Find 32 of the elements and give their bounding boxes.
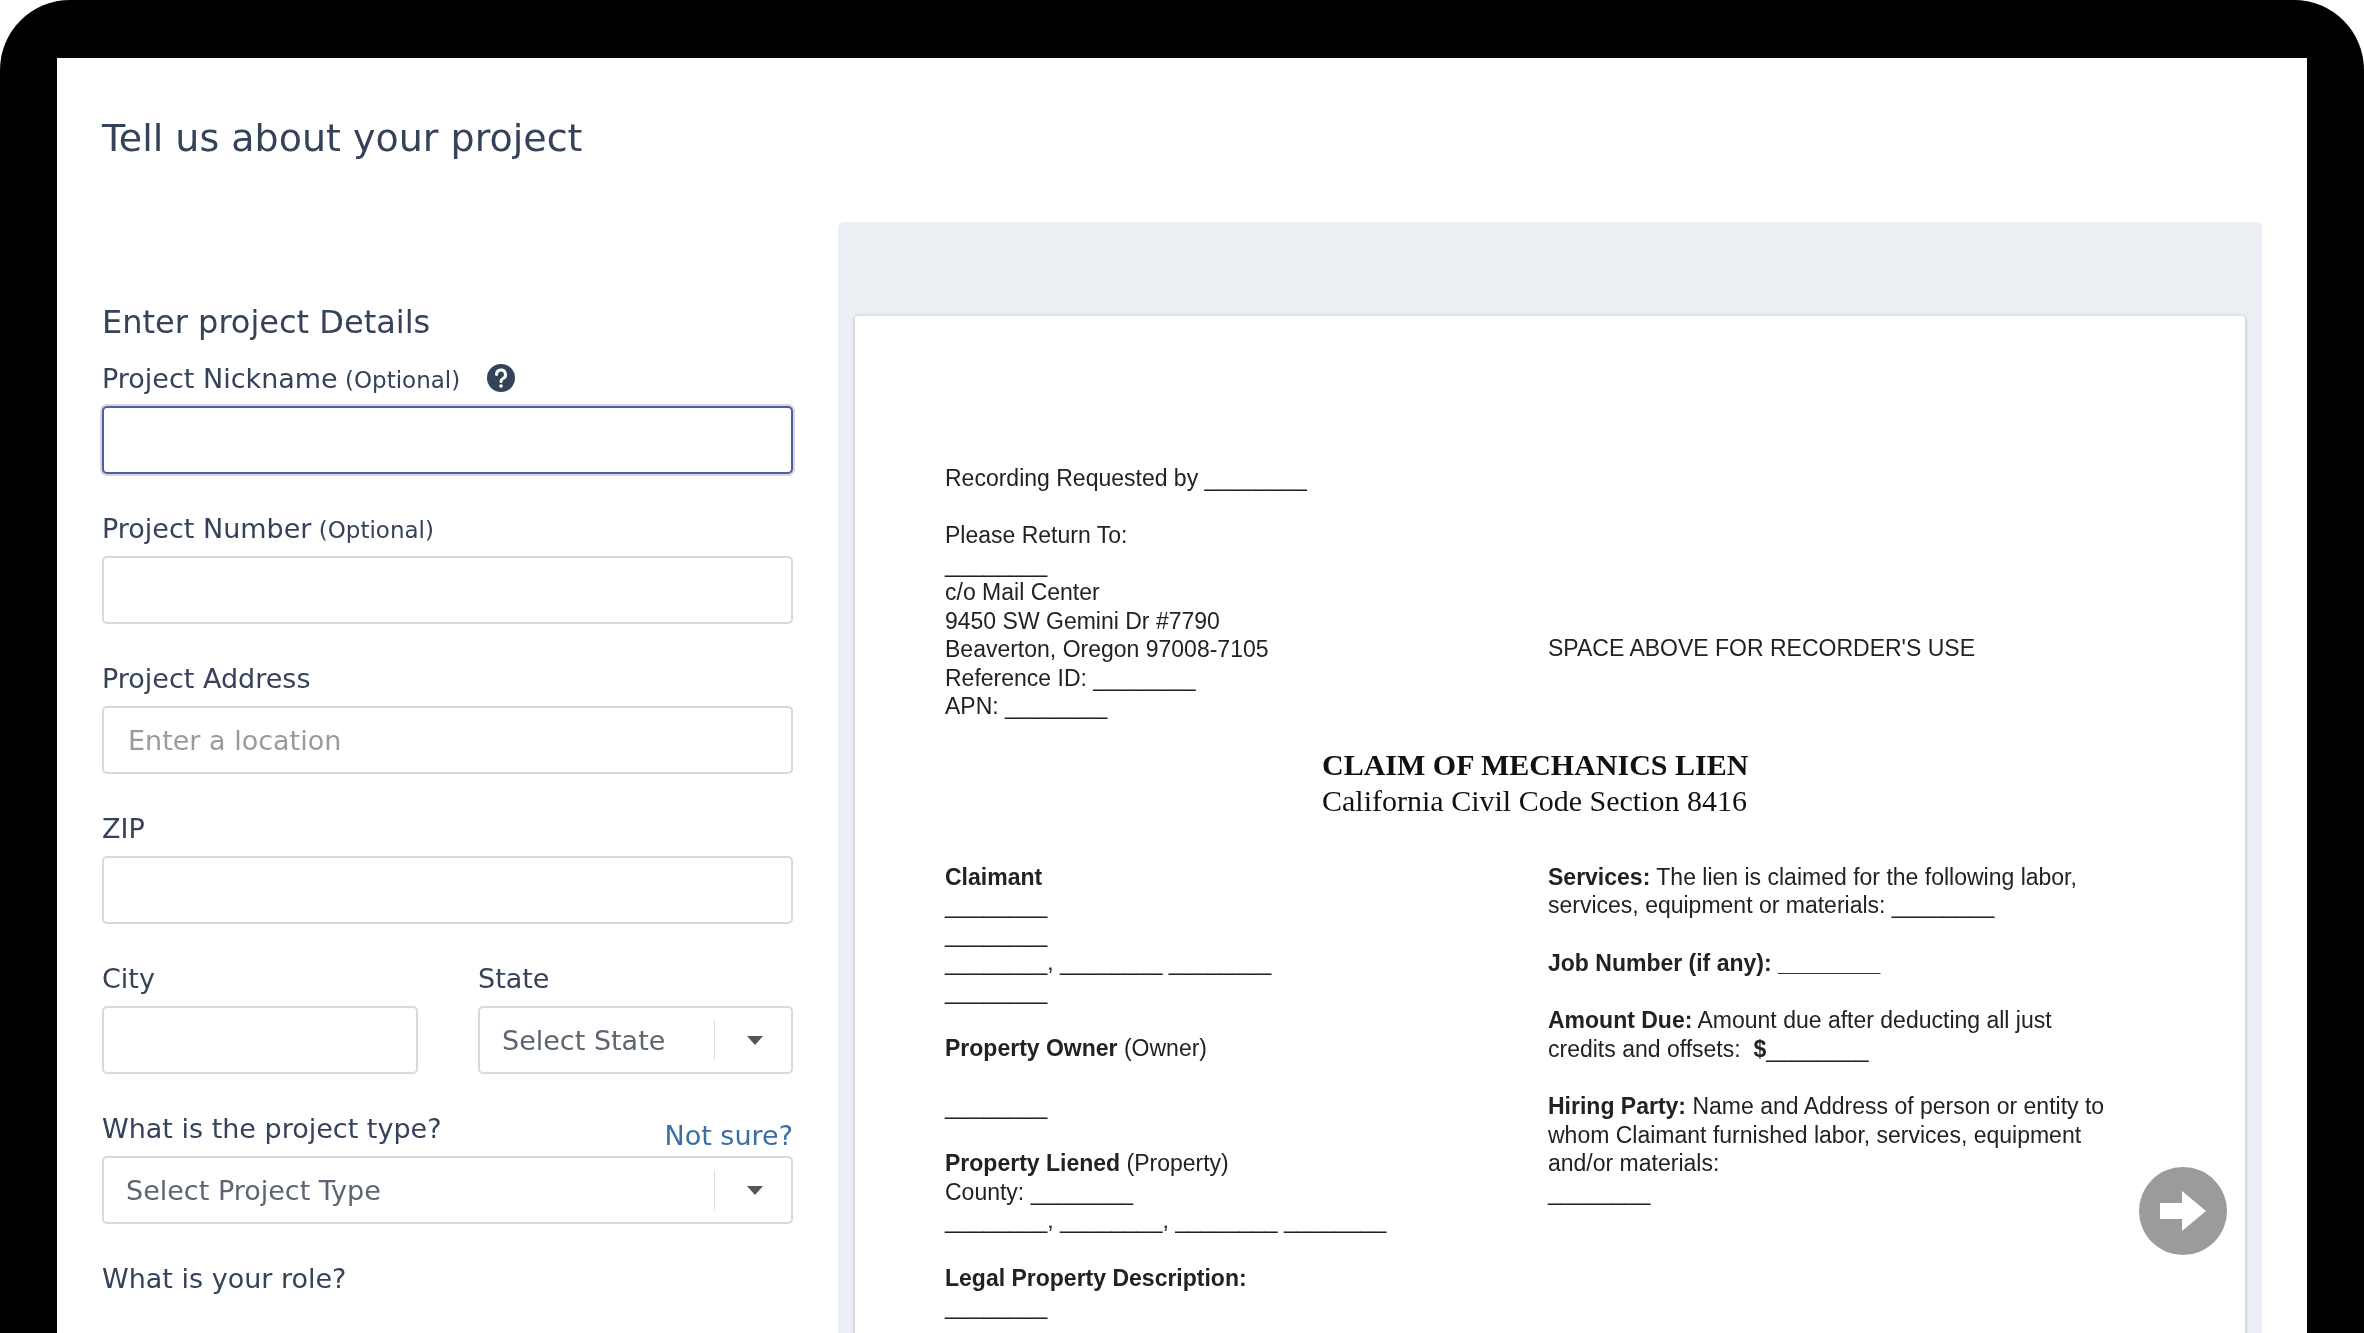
field-label: Project Nickname (Optional) [102, 362, 461, 394]
document-paragraph: Property Liened (Property) County: ________ ________, ________, ________ ________ [945, 1149, 1388, 1235]
document-paragraph: ________ [945, 1091, 1049, 1120]
field-label: Project Address [102, 662, 311, 694]
document-paragraph: Amount Due: Amount due after deducting all just credits and offsets: $________ [1548, 1006, 2053, 1063]
document-paragraph: Property Owner (Owner) [945, 1034, 1208, 1063]
document-paragraph: Hiring Party: Name and Address of person or entity to whom Claimant furnished labor, services, equipment and/or materials: ________ [1548, 1092, 2106, 1206]
document-paragraph: Services: The lien is claimed for the following labor, services, equipment or materials: ________ [1548, 862, 2078, 920]
field-label: City [102, 962, 155, 994]
document-paragraph: Please Return To: ________ c/o Mail Center 9450 SW Gemini Dr #7790 Beaverton, Oregon 97008-7105 Reference ID: ________ APN: ________ [945, 521, 1270, 721]
field-label: State [478, 962, 550, 994]
document-paragraph: Job Number (if any): ________ [1548, 948, 1882, 977]
not-sure-link[interactable]: Not sure? [664, 1119, 793, 1151]
document-text: SPACE ABOVE FOR RECORDER'S USE [1548, 634, 1976, 663]
field-label: Project Number (Optional) [102, 512, 434, 544]
document-paragraph: Recording Requested by ________ [945, 464, 1308, 493]
caret-icon [745, 1184, 765, 1196]
field-label: What is the project type? [102, 1112, 442, 1144]
select-dropdown[interactable]: Select State [478, 1006, 793, 1074]
arrow-right-icon [2158, 1189, 2208, 1233]
text-field[interactable] [102, 406, 793, 474]
field-label: What is your role? [102, 1262, 347, 1294]
caret-icon [745, 1034, 765, 1046]
document-title: CLAIM OF MECHANICS LIEN [1322, 746, 1750, 783]
section-heading: Enter project Details [102, 302, 432, 343]
document-paragraph: Legal Property Description: ________ [945, 1263, 1248, 1321]
help-icon[interactable] [486, 363, 517, 393]
page-title: Tell us about your project [102, 115, 584, 162]
field-label: ZIP [102, 812, 145, 844]
document-subtitle: California Civil Code Section 8416 [1322, 782, 1748, 819]
document-paragraph: Claimant ________ ________ ________, ________ ________ ________ [945, 862, 1273, 1005]
select-dropdown[interactable]: Select Project Type [102, 1156, 793, 1224]
